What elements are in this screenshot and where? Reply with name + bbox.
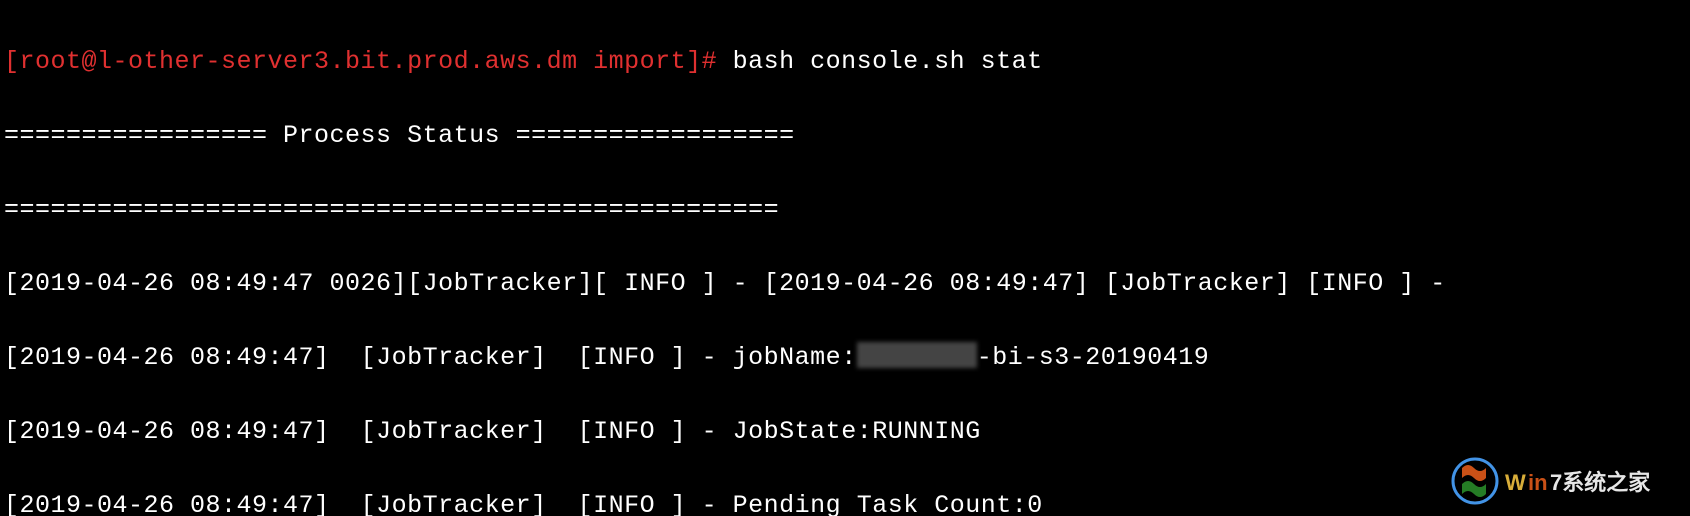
process-status-header: ================= Process Status =======… (4, 117, 1686, 154)
svg-text:W: W (1505, 470, 1526, 495)
svg-text:in: in (1528, 470, 1548, 495)
censored-text (857, 342, 977, 368)
log-line-jobname: [2019-04-26 08:49:47] [JobTracker] [INFO… (4, 339, 1686, 376)
command-text: bash console.sh stat (733, 47, 1043, 76)
svg-text:7系统之家: 7系统之家 (1550, 470, 1651, 495)
prompt-line: [root@l-other-server3.bit.prod.aws.dm im… (4, 43, 1686, 80)
log-line-jobstate: [2019-04-26 08:49:47] [JobTracker] [INFO… (4, 413, 1686, 450)
shell-prompt: [root@l-other-server3.bit.prod.aws.dm im… (4, 47, 733, 76)
watermark: W in 7系统之家 (1450, 456, 1680, 506)
terminal-output[interactable]: [root@l-other-server3.bit.prod.aws.dm im… (0, 0, 1690, 516)
watermark-icon: W in 7系统之家 (1450, 456, 1680, 506)
log-line-1: [2019-04-26 08:49:47 0026][JobTracker][ … (4, 265, 1686, 302)
log-line-pending: [2019-04-26 08:49:47] [JobTracker] [INFO… (4, 487, 1686, 516)
divider: ========================================… (4, 191, 1686, 228)
